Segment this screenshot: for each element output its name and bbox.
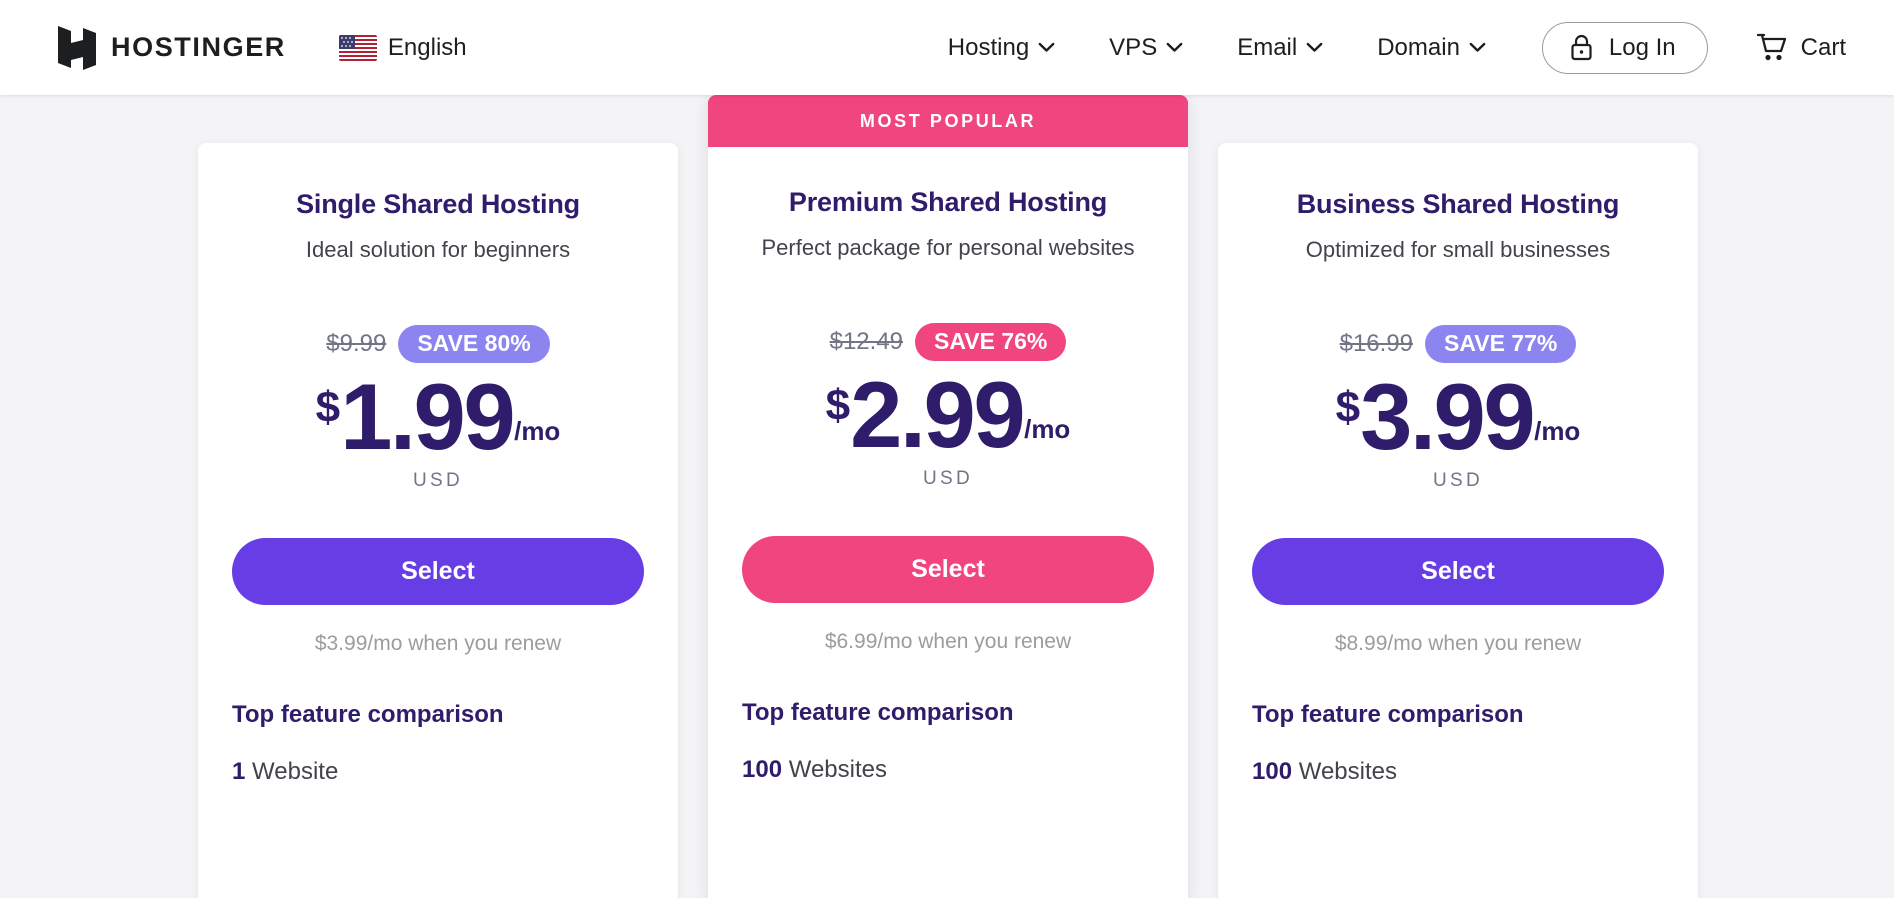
feature-list: Top feature comparison 100 Websites bbox=[1252, 701, 1664, 786]
price-period: /mo bbox=[514, 416, 561, 447]
brand-logo[interactable]: HOSTINGER bbox=[58, 25, 286, 70]
old-price: $12.49 bbox=[829, 328, 904, 355]
price-row: $12.49 SAVE 76% bbox=[742, 320, 1154, 364]
price-period: /mo bbox=[1024, 414, 1071, 445]
plan-title: Single Shared Hosting bbox=[296, 189, 580, 219]
nav-item-hosting[interactable]: Hosting bbox=[948, 34, 1055, 62]
old-price: $9.99 bbox=[326, 330, 387, 357]
header-actions: Log In Cart bbox=[1541, 21, 1846, 74]
currency-symbol: $ bbox=[825, 381, 851, 430]
plan-subtitle: Optimized for small businesses bbox=[1305, 237, 1611, 262]
renewal-note: $8.99/mo when you renew bbox=[1334, 632, 1582, 656]
nav-item-vps[interactable]: VPS bbox=[1109, 34, 1183, 62]
feature-value: 100 bbox=[742, 756, 783, 784]
currency-symbol: $ bbox=[315, 383, 341, 432]
us-flag-icon bbox=[338, 34, 377, 61]
price-row: $16.99 SAVE 77% bbox=[1252, 322, 1664, 366]
feature-value: 100 bbox=[1252, 758, 1293, 786]
shopping-cart-icon bbox=[1756, 33, 1787, 62]
pricing-section: Single Shared Hosting Ideal solution for… bbox=[0, 95, 1894, 898]
nav-label: VPS bbox=[1109, 33, 1158, 61]
feature-label: Websites bbox=[788, 756, 887, 784]
price-display: $ 2.99 /mo bbox=[742, 362, 1154, 467]
pricing-card-premium[interactable]: MOST POPULAR Premium Shared Hosting Perf… bbox=[708, 95, 1188, 898]
lock-icon bbox=[1570, 34, 1593, 61]
price-display: $ 1.99 /mo bbox=[232, 364, 644, 469]
cart-label: Cart bbox=[1800, 33, 1846, 61]
features-heading: Top feature comparison bbox=[232, 701, 504, 729]
renewal-note: $3.99/mo when you renew bbox=[314, 632, 562, 656]
save-badge: SAVE 76% bbox=[915, 323, 1067, 361]
plan-subtitle: Perfect package for personal websites bbox=[761, 235, 1135, 260]
price-amount: 3.99 bbox=[1360, 364, 1535, 469]
nav-item-domain[interactable]: Domain bbox=[1377, 34, 1486, 62]
chevron-down-icon bbox=[1306, 42, 1323, 53]
pricing-card-single[interactable]: Single Shared Hosting Ideal solution for… bbox=[198, 143, 678, 898]
plan-title: Business Shared Hosting bbox=[1296, 189, 1620, 219]
pricing-card-business[interactable]: Business Shared Hosting Optimized for sm… bbox=[1218, 143, 1698, 898]
feature-list: Top feature comparison 1 Website bbox=[232, 701, 644, 786]
nav-label: Domain bbox=[1377, 33, 1460, 61]
language-selector[interactable]: English bbox=[338, 33, 467, 62]
main-navigation: Hosting VPS Email Domain bbox=[948, 34, 1486, 62]
most-popular-banner: MOST POPULAR bbox=[708, 95, 1188, 147]
nav-label: Hosting bbox=[947, 33, 1030, 61]
features-heading: Top feature comparison bbox=[742, 699, 1014, 727]
brand-wordmark: HOSTINGER bbox=[111, 32, 286, 62]
feature-row: 1 Website bbox=[232, 758, 644, 786]
currency-symbol: $ bbox=[1335, 383, 1361, 432]
feature-list: Top feature comparison 100 Websites bbox=[742, 699, 1154, 784]
features-heading: Top feature comparison bbox=[1252, 701, 1524, 729]
chevron-down-icon bbox=[1166, 42, 1183, 53]
save-badge: SAVE 80% bbox=[398, 325, 550, 363]
price-display: $ 3.99 /mo bbox=[1252, 364, 1664, 469]
chevron-down-icon bbox=[1038, 42, 1055, 53]
select-button[interactable]: Select bbox=[1252, 538, 1664, 606]
language-label: English bbox=[387, 33, 467, 61]
login-button[interactable]: Log In bbox=[1541, 21, 1708, 74]
nav-label: Email bbox=[1237, 33, 1298, 61]
login-label: Log In bbox=[1608, 33, 1676, 61]
currency-code: USD bbox=[412, 470, 463, 492]
currency-code: USD bbox=[1432, 470, 1483, 492]
site-header: HOSTINGER English Hosting VPS Email Doma… bbox=[0, 0, 1894, 95]
feature-label: Websites bbox=[1298, 758, 1397, 786]
price-amount: 1.99 bbox=[340, 364, 515, 469]
cart-button[interactable]: Cart bbox=[1756, 33, 1846, 62]
select-button[interactable]: Select bbox=[232, 538, 644, 606]
nav-item-email[interactable]: Email bbox=[1237, 34, 1323, 62]
hostinger-h-logo-icon bbox=[58, 25, 96, 70]
feature-value: 1 bbox=[232, 758, 246, 786]
plan-title: Premium Shared Hosting bbox=[788, 187, 1108, 217]
plan-subtitle: Ideal solution for beginners bbox=[305, 237, 571, 262]
currency-code: USD bbox=[922, 468, 973, 490]
select-button[interactable]: Select bbox=[742, 536, 1154, 604]
price-row: $9.99 SAVE 80% bbox=[232, 322, 644, 366]
price-period: /mo bbox=[1534, 416, 1581, 447]
feature-label: Website bbox=[252, 758, 339, 786]
feature-row: 100 Websites bbox=[742, 756, 1154, 784]
chevron-down-icon bbox=[1469, 42, 1486, 53]
price-amount: 2.99 bbox=[850, 362, 1025, 467]
feature-row: 100 Websites bbox=[1252, 758, 1664, 786]
old-price: $16.99 bbox=[1339, 330, 1414, 357]
save-badge: SAVE 77% bbox=[1425, 325, 1577, 363]
renewal-note: $6.99/mo when you renew bbox=[824, 630, 1072, 654]
